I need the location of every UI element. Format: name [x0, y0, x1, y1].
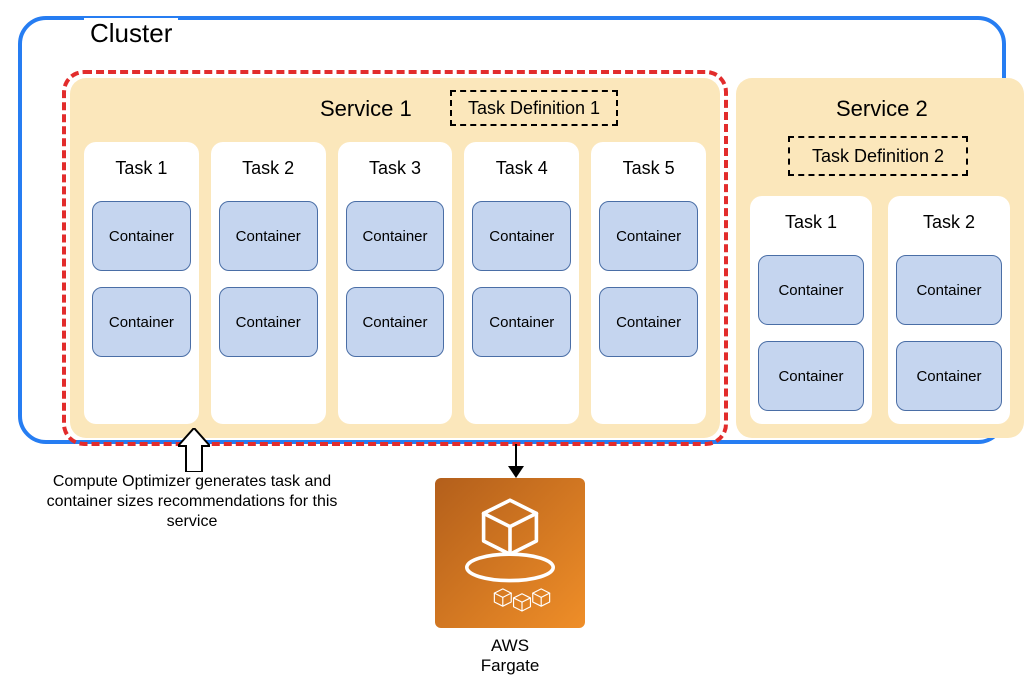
task-label: Task 1: [758, 212, 864, 233]
container-box: Container: [92, 287, 191, 357]
container-box: Container: [599, 201, 698, 271]
task-label: Task 5: [599, 158, 698, 179]
cluster-label: Cluster: [84, 18, 178, 49]
container-box: Container: [472, 201, 571, 271]
service-1-tasks-row: Task 1 Container Container Task 2 Contai…: [84, 142, 706, 424]
task-label: Task 4: [472, 158, 571, 179]
service-2-box: Service 2 Task Definition 2 Task 1 Conta…: [736, 78, 1024, 438]
task-label: Task 1: [92, 158, 191, 179]
cluster-box: Cluster Service 1 Task Definition 1 Task…: [18, 16, 1006, 444]
container-box: Container: [219, 201, 318, 271]
task-definition-2-box: Task Definition 2: [788, 136, 968, 176]
callout-arrow-icon: [178, 428, 210, 472]
task-box: Task 1 Container Container: [84, 142, 199, 424]
task-box: Task 5 Container Container: [591, 142, 706, 424]
task-box: Task 1 Container Container: [750, 196, 872, 424]
container-box: Container: [472, 287, 571, 357]
aws-fargate-icon: [435, 478, 585, 628]
container-box: Container: [758, 341, 864, 411]
service-2-title: Service 2: [836, 96, 928, 122]
task-box: Task 3 Container Container: [338, 142, 453, 424]
container-box: Container: [346, 287, 445, 357]
fargate-title: AWS: [491, 636, 529, 655]
task-label: Task 3: [346, 158, 445, 179]
service-1-box: Service 1 Task Definition 1 Task 1 Conta…: [70, 78, 720, 438]
service-1-title: Service 1: [320, 96, 412, 122]
fargate-subtitle: Fargate: [481, 656, 540, 675]
task-label: Task 2: [896, 212, 1002, 233]
fargate-label: AWS Fargate: [435, 636, 585, 675]
task-box: Task 2 Container Container: [888, 196, 1010, 424]
container-box: Container: [92, 201, 191, 271]
task-label: Task 2: [219, 158, 318, 179]
task-box: Task 2 Container Container: [211, 142, 326, 424]
service-2-tasks-row: Task 1 Container Container Task 2 Contai…: [750, 196, 1010, 424]
down-arrow-icon: [506, 444, 526, 478]
container-box: Container: [896, 255, 1002, 325]
container-box: Container: [758, 255, 864, 325]
container-box: Container: [219, 287, 318, 357]
container-box: Container: [599, 287, 698, 357]
task-definition-1-box: Task Definition 1: [450, 90, 618, 126]
task-box: Task 4 Container Container: [464, 142, 579, 424]
container-box: Container: [896, 341, 1002, 411]
callout-text: Compute Optimizer generates task and con…: [22, 472, 362, 532]
container-box: Container: [346, 201, 445, 271]
